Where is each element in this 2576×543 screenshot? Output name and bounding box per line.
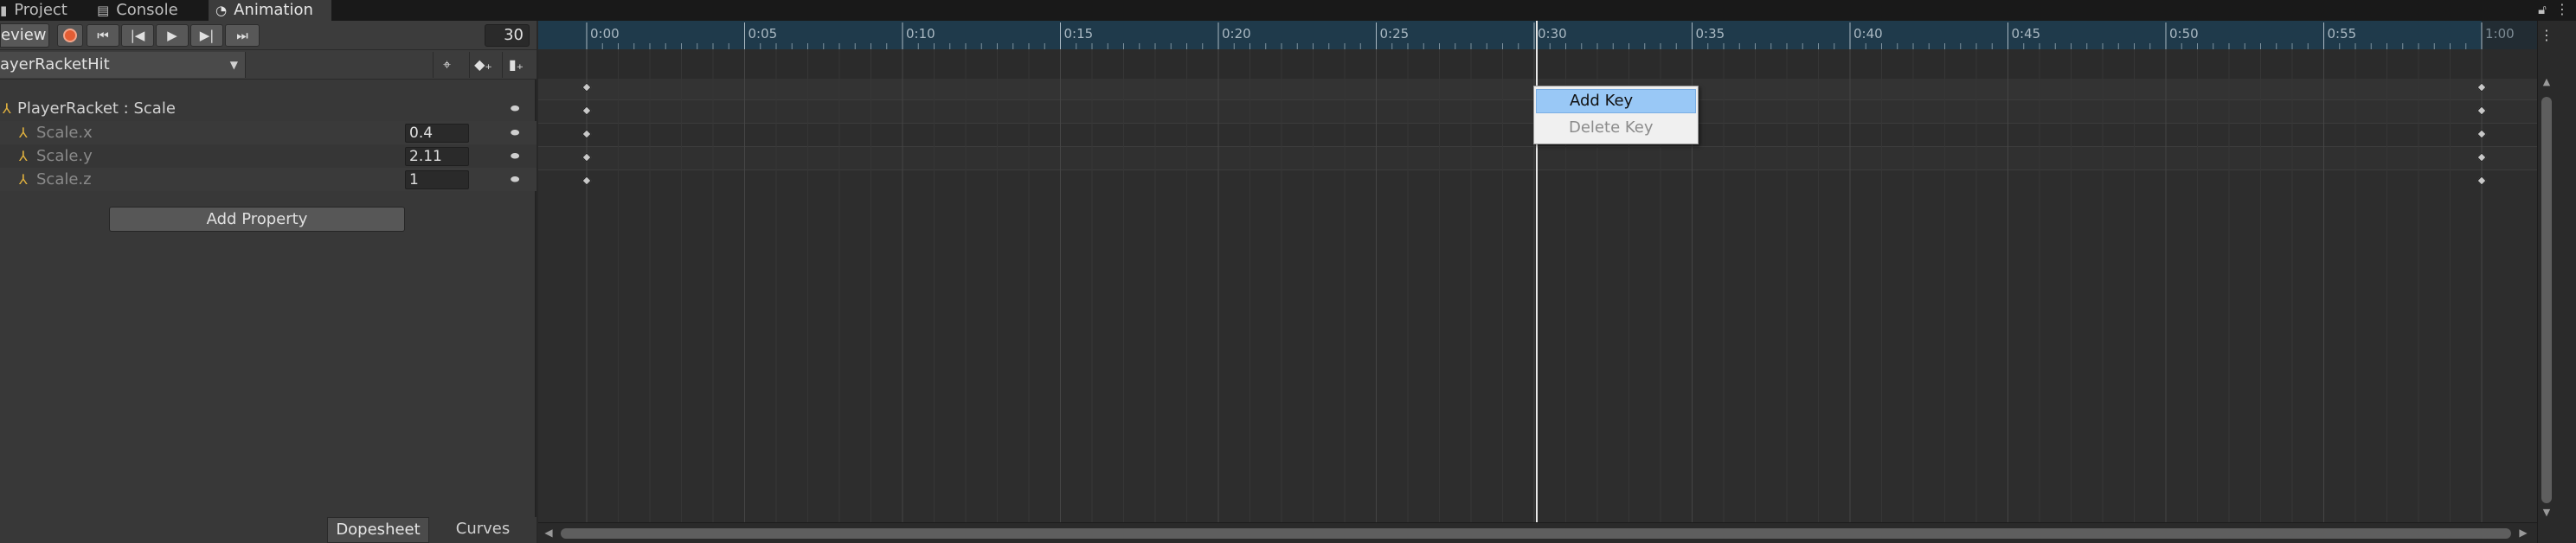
record-icon	[63, 28, 77, 42]
tab-console[interactable]: ▤ Console	[87, 0, 208, 21]
keyframe-toggle-icon[interactable]: ⬬	[511, 144, 519, 168]
clip-dropdown[interactable]: ayerRacketHit ▼	[0, 52, 246, 78]
keyframe-add-icon: ⌖	[442, 56, 451, 73]
lock-icon[interactable]: 🔓︎	[2534, 0, 2551, 19]
step-forward-icon: ▶|	[199, 28, 215, 43]
ruler-tick-label: 0:05	[748, 26, 778, 42]
transform-axes-icon: ⅄	[19, 171, 28, 188]
transform-axes-icon: ⅄	[3, 100, 11, 117]
tab-curves[interactable]: Curves	[431, 517, 535, 543]
console-icon: ▤	[97, 3, 110, 18]
ruler-tick-label: 0:30	[1538, 26, 1567, 42]
clip-name: ayerRacketHit	[0, 55, 110, 73]
record-button[interactable]	[57, 24, 83, 47]
tab-console-label: Console	[116, 1, 178, 19]
property-group-row[interactable]: ⅄ PlayerRacket : Scale ⬬	[0, 97, 536, 120]
play-button[interactable]: ▶	[156, 24, 189, 47]
keyframe-toggle-icon[interactable]: ⬬	[511, 121, 519, 144]
transform-axes-icon: ⅄	[19, 125, 28, 141]
animation-clock-icon: ◔	[215, 3, 228, 18]
tab-dopesheet[interactable]: Dopesheet	[327, 517, 429, 543]
skip-to-start-icon: ⏮︎	[97, 28, 109, 43]
play-icon: ▶	[167, 28, 177, 43]
kebab-menu-icon[interactable]: ⋮	[2539, 24, 2554, 47]
scroll-down-arrow-icon[interactable]: ▼	[2539, 507, 2554, 521]
menu-item-delete-key[interactable]: Delete Key	[1536, 116, 1696, 140]
property-value-field[interactable]: 1	[405, 170, 469, 189]
property-row-scale-z[interactable]: ⅄ Scale.z 1 ⬬	[0, 168, 536, 191]
ruler-tick-label: 0:25	[1379, 26, 1410, 42]
previous-keyframe-button[interactable]: |◀	[121, 24, 154, 47]
scroll-right-arrow-icon[interactable]: ▶	[2516, 525, 2530, 540]
diamond-plus-icon: ◆₊	[474, 56, 492, 73]
window-tab-bar	[0, 0, 2576, 21]
keyframe-toggle-icon[interactable]: ⬬	[511, 168, 519, 191]
first-keyframe-button[interactable]: ⏮︎	[87, 24, 119, 47]
keyframe-toggle-icon[interactable]: ⬬	[511, 97, 519, 120]
ruler-tick-label: 0:35	[1695, 26, 1725, 42]
add-property-button[interactable]: Add Property	[109, 207, 405, 232]
property-label: Scale.z	[36, 170, 92, 188]
tab-project-label: Project	[14, 1, 67, 19]
ruler-tick-label: 0:00	[590, 26, 620, 42]
tab-animation-label: Animation	[234, 1, 313, 19]
ruler-tick-label: 0:55	[2327, 26, 2357, 42]
last-keyframe-button[interactable]: ⏭︎	[225, 24, 260, 47]
scroll-left-arrow-icon[interactable]: ◀	[542, 525, 556, 540]
ruler-tick-label: 0:45	[2011, 26, 2041, 42]
current-frame-field[interactable]: 30	[485, 24, 530, 47]
vertical-scrollbar-thumb[interactable]	[2541, 97, 2552, 503]
preview-button[interactable]: eview	[0, 23, 49, 48]
scroll-up-arrow-icon[interactable]: ▲	[2539, 76, 2554, 90]
next-keyframe-button[interactable]: ▶|	[190, 24, 223, 47]
add-keyframe-diamond-button[interactable]: ◆₊	[469, 52, 497, 78]
tab-project[interactable]: ▮ Project	[0, 0, 85, 21]
step-back-icon: |◀	[130, 28, 145, 43]
menu-item-add-key[interactable]: Add Key	[1536, 89, 1696, 113]
ruler-tick-label: 0:50	[2169, 26, 2199, 42]
event-marker-icon: ▮₊	[508, 56, 524, 73]
ruler-tick-label: 1:00	[2485, 26, 2515, 42]
property-row-scale-x[interactable]: ⅄ Scale.x 0.4 ⬬	[0, 121, 536, 144]
property-value-field[interactable]: 2.11	[405, 147, 469, 166]
ruler-tick-label: 0:20	[1222, 26, 1251, 42]
add-keyframe-button[interactable]: ⌖	[433, 52, 460, 78]
horizontal-scrollbar-thumb[interactable]	[561, 528, 2511, 539]
property-label: Scale.x	[36, 124, 93, 142]
ruler-tick-label: 0:15	[1063, 26, 1094, 42]
property-group-label: PlayerRacket : Scale	[17, 99, 176, 118]
skip-to-end-icon: ⏭︎	[236, 28, 248, 43]
window-menu-icon[interactable]: ⋮	[2553, 0, 2572, 19]
property-value-field[interactable]: 0.4	[405, 124, 469, 143]
dropdown-arrow-icon: ▼	[229, 59, 238, 71]
property-label: Scale.y	[36, 147, 93, 165]
property-row-scale-y[interactable]: ⅄ Scale.y 2.11 ⬬	[0, 144, 536, 168]
folder-icon: ▮	[0, 3, 8, 18]
ruler-tick-label: 0:10	[906, 26, 935, 42]
add-event-button[interactable]: ▮₊	[502, 52, 530, 78]
ruler-tick-label: 0:40	[1853, 26, 1883, 42]
tab-animation[interactable]: ◔ Animation	[209, 0, 331, 21]
transform-axes-icon: ⅄	[19, 148, 28, 164]
